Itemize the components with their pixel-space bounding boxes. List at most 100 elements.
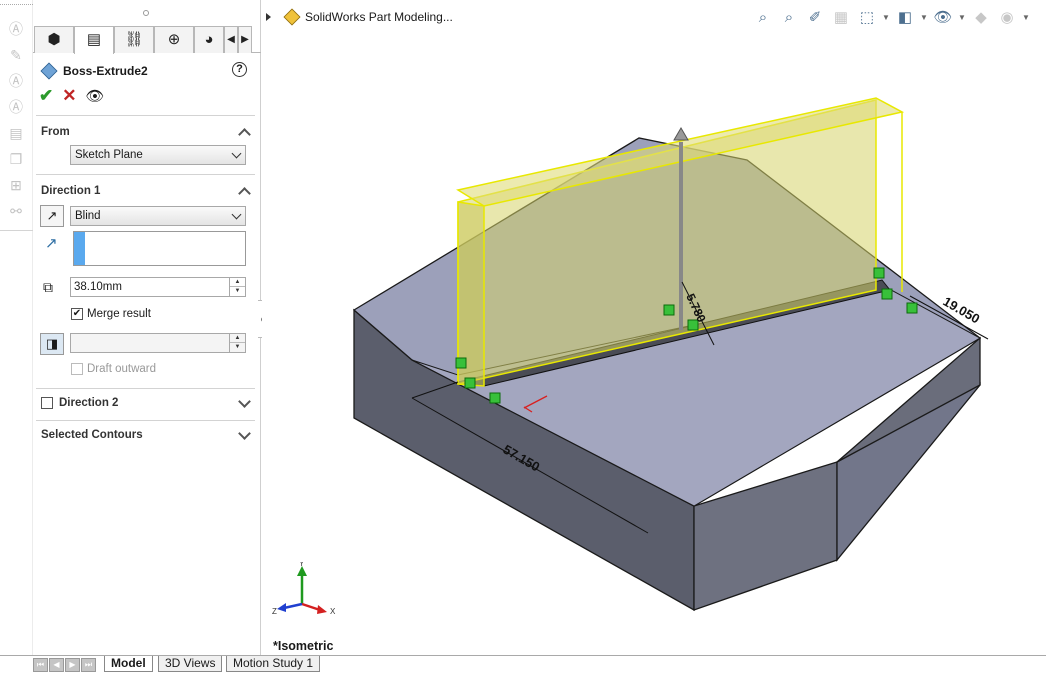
graphics-viewport[interactable]: 57.150 19.050 5.780 SolidWorks Part Mode…: [262, 0, 1046, 655]
tree-expand-icon[interactable]: [266, 13, 271, 21]
tab-motion-study[interactable]: Motion Study 1: [226, 656, 321, 672]
flyout-feature-tree[interactable]: SolidWorks Part Modeling...: [266, 8, 453, 26]
reference-triad: Y X Z: [272, 562, 336, 616]
collapse-chevron-icon[interactable]: [238, 186, 251, 200]
last-tab-icon[interactable]: ⏭: [81, 658, 96, 672]
ok-check-icon[interactable]: ✔: [39, 86, 53, 106]
strip-grip[interactable]: [0, 4, 33, 8]
collapse-chevron-icon[interactable]: [238, 127, 251, 141]
direction2-section-header[interactable]: Direction 2: [41, 394, 253, 412]
previous-view-icon[interactable]: ✐: [804, 8, 826, 28]
model-view[interactable]: 57.150 19.050 5.780: [262, 0, 1046, 655]
direction1-section-label: Direction 1: [41, 185, 101, 197]
panel-collapse-handle[interactable]: [143, 10, 149, 16]
draft-outward-row[interactable]: Draft outward: [71, 363, 156, 375]
view-orientation-label: *Isometric: [273, 639, 334, 653]
strip-divider: [0, 230, 33, 231]
note-icon[interactable]: Ⓐ: [7, 72, 25, 90]
expand-chevron-icon[interactable]: [238, 394, 251, 408]
direction2-section-label: Direction 2: [59, 397, 119, 409]
view-orientation-icon[interactable]: ⬚: [856, 8, 878, 28]
draft-outward-checkbox[interactable]: [71, 363, 83, 375]
apply-scene-icon[interactable]: ◉: [996, 8, 1018, 28]
edit-appearance-icon[interactable]: ◆: [970, 8, 992, 28]
balloon-icon[interactable]: Ⓐ: [7, 98, 25, 116]
tab-3d-views[interactable]: 3D Views: [158, 656, 223, 672]
tab-model[interactable]: Model: [104, 656, 153, 672]
handle: [663, 304, 675, 316]
selected-contours-label: Selected Contours: [41, 429, 143, 441]
selection-box-indicator: [74, 232, 85, 265]
first-tab-icon[interactable]: ⏮: [33, 658, 48, 672]
cancel-x-icon[interactable]: ✕: [62, 86, 76, 106]
depth-icon: ⧉: [43, 279, 53, 295]
from-section-label: From: [41, 126, 70, 138]
hide-show-items-icon[interactable]: 👁: [932, 8, 954, 28]
annotation-icon[interactable]: ✎: [7, 46, 25, 64]
grid-icon[interactable]: ⊞: [7, 176, 25, 194]
draft-spin-buttons[interactable]: ▲ ▼: [229, 334, 245, 352]
bottom-tab-bar: ⏮ ◀ ▶ ⏭ Model 3D Views Motion Study 1: [0, 655, 1046, 677]
handle: [906, 302, 918, 314]
featuremanager-icon[interactable]: ⬢: [34, 26, 74, 53]
draft-angle-spinbox[interactable]: ▲ ▼: [70, 333, 246, 353]
copy-icon[interactable]: ❐: [7, 150, 25, 168]
tab-scroll-right-icon[interactable]: ▶: [238, 26, 252, 53]
end-condition-select[interactable]: Blind: [70, 206, 246, 226]
detailed-preview-eye-icon[interactable]: 👁: [86, 87, 105, 105]
chevron-down-icon[interactable]: ▼: [882, 8, 890, 28]
section-divider: [36, 174, 255, 175]
direction1-section-header[interactable]: Direction 1: [41, 182, 253, 200]
prev-tab-icon[interactable]: ◀: [49, 658, 64, 672]
selected-contours-section-header[interactable]: Selected Contours: [41, 426, 253, 444]
merge-result-checkbox[interactable]: ✔: [71, 308, 83, 320]
expand-chevron-icon[interactable]: [238, 426, 251, 440]
draft-toggle-icon[interactable]: ◨: [40, 333, 64, 355]
section-divider: [36, 388, 255, 389]
reverse-direction-icon[interactable]: ↗: [40, 205, 64, 227]
handle: [881, 288, 893, 300]
tab-scroll-left-icon[interactable]: ◀: [224, 26, 238, 53]
draft-outward-label: Draft outward: [87, 363, 157, 375]
direction2-toggle[interactable]: Direction 2: [41, 397, 118, 409]
merge-result-row[interactable]: ✔ Merge result: [71, 308, 151, 320]
boss-extrude-icon: [40, 62, 58, 80]
chevron-down-icon[interactable]: ▼: [920, 8, 928, 28]
command-manager-strip: Ⓐ ✎ Ⓐ Ⓐ ▤ ❐ ⊞ ⚯: [0, 0, 33, 655]
configurationmanager-icon[interactable]: ⛓: [114, 26, 154, 53]
section-view-icon[interactable]: ▦: [830, 8, 852, 28]
next-tab-icon[interactable]: ▶: [65, 658, 80, 672]
depth-value: 38.10mm: [74, 281, 122, 293]
zoom-to-fit-icon[interactable]: ⌕: [752, 8, 774, 28]
direction-selection-box[interactable]: [73, 231, 246, 266]
section-divider: [36, 115, 255, 116]
help-icon[interactable]: ?: [232, 62, 247, 77]
manager-tabs: ⬢ ▤ ⛓ ⊕ ◕ ◀ ▶: [33, 26, 261, 54]
display-style-icon[interactable]: ◧: [894, 8, 916, 28]
depth-spinbox[interactable]: 38.10mm ▲ ▼: [70, 277, 246, 297]
chevron-down-icon[interactable]: ▼: [958, 8, 966, 28]
from-section-header[interactable]: From: [41, 123, 253, 141]
smart-dimension-icon[interactable]: Ⓐ: [7, 20, 25, 38]
tab-navigation: ⏮ ◀ ▶ ⏭: [33, 658, 96, 672]
propertymanager-icon[interactable]: ▤: [74, 26, 114, 54]
zoom-to-area-icon[interactable]: ⌕: [778, 8, 800, 28]
link-icon[interactable]: ⚯: [7, 202, 25, 220]
handle: [455, 357, 467, 369]
stack-icon[interactable]: ▤: [7, 124, 25, 142]
tree-root-label[interactable]: SolidWorks Part Modeling...: [305, 10, 453, 24]
chevron-down-icon[interactable]: ▼: [1022, 8, 1030, 28]
appearance-icon[interactable]: ◕: [194, 26, 224, 53]
feature-actions: ✔ ✕ 👁: [39, 86, 105, 106]
direction2-checkbox[interactable]: [41, 397, 53, 409]
part-icon: [283, 8, 301, 26]
from-select[interactable]: Sketch Plane: [70, 145, 246, 165]
from-select-value: Sketch Plane: [75, 149, 143, 161]
depth-spin-buttons[interactable]: ▲ ▼: [229, 278, 245, 296]
triad-z-label: Z: [272, 607, 277, 616]
dimxpert-icon[interactable]: ⊕: [154, 26, 194, 53]
triad-y-label: Y: [299, 562, 305, 568]
handle: [464, 377, 476, 389]
chevron-down-icon: [231, 209, 242, 220]
feature-title: Boss-Extrude2: [40, 62, 148, 80]
